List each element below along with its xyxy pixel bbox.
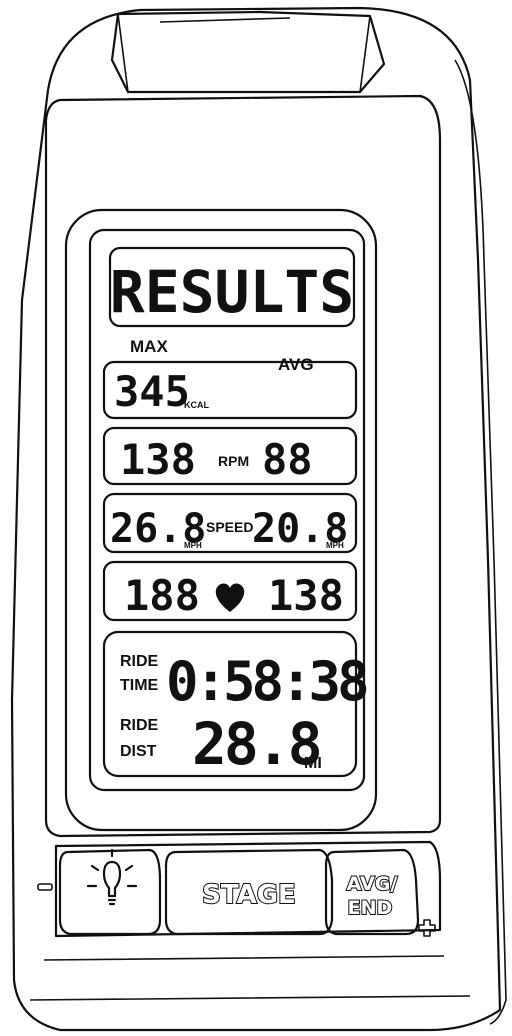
max-column-label: MAX — [130, 337, 168, 356]
stage-button[interactable]: STAGE — [166, 850, 332, 934]
display-title: RESULTS — [110, 258, 354, 326]
rpm-label: RPM — [218, 453, 249, 469]
ride-time-value: 0:58:38 — [166, 650, 367, 713]
rpm-avg-value: 88 — [262, 435, 313, 484]
rpm-max-value: 138 — [120, 435, 196, 484]
avg-end-button[interactable]: AVG/ END — [326, 850, 418, 934]
light-button[interactable] — [60, 848, 160, 934]
ride-dist-label-1: RIDE — [120, 717, 159, 734]
avg-column-label: AVG — [278, 355, 314, 374]
ride-dist-label-2: DIST — [120, 743, 157, 760]
speed-avg-unit: MPH — [326, 541, 344, 550]
ride-dist-value: 28.8 — [192, 710, 320, 778]
avg-end-label-2: END — [348, 897, 393, 919]
stage-button-label: STAGE — [202, 880, 296, 910]
ride-time-label-2: TIME — [120, 677, 159, 694]
heart-max-value: 188 — [124, 571, 200, 620]
heart-icon — [215, 583, 245, 612]
plus-button[interactable] — [418, 916, 438, 937]
ride-dist-unit: MI — [304, 755, 322, 772]
speed-label: SPEED — [206, 519, 253, 535]
calories-unit: KCAL — [184, 400, 209, 410]
heart-avg-value: 138 — [268, 571, 344, 620]
minus-button[interactable] — [36, 878, 54, 896]
ride-time-label-1: RIDE — [120, 653, 159, 670]
speed-max-unit: MPH — [184, 541, 202, 550]
calories-max-value: 345 — [114, 367, 190, 416]
avg-end-label-1: AVG/ — [347, 873, 398, 895]
